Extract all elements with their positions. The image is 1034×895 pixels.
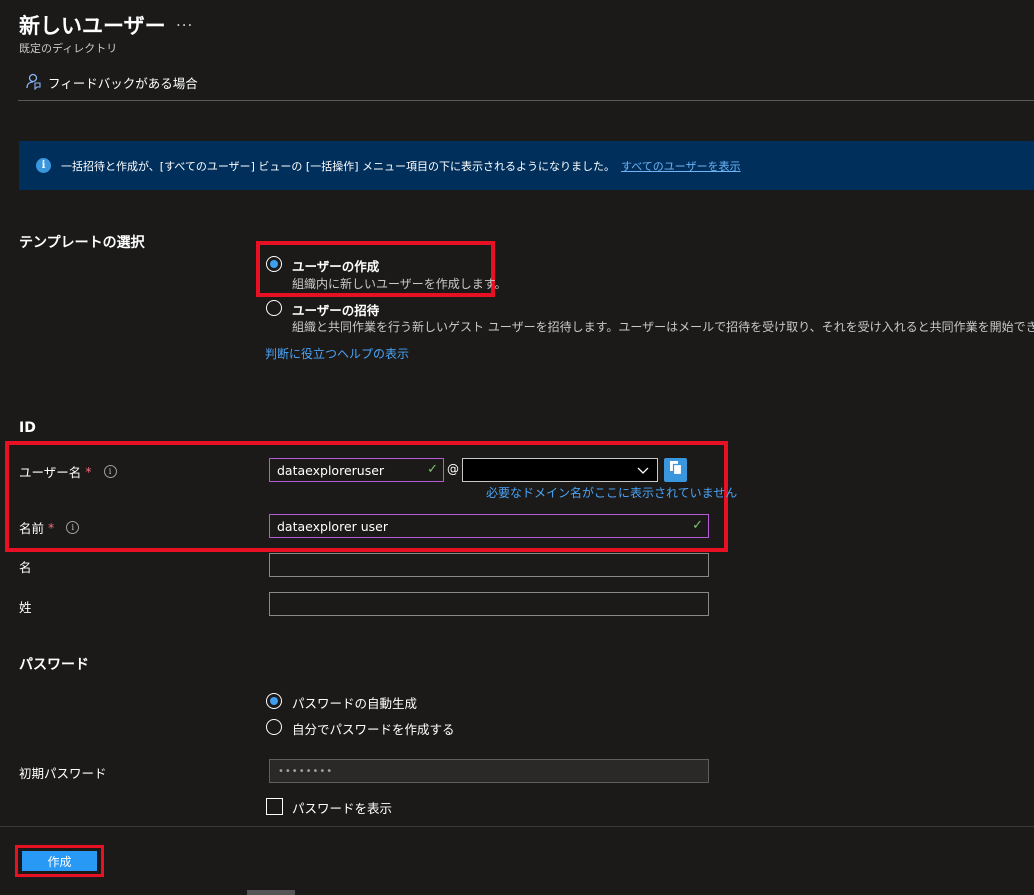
username-label: ユーザー名 * i: [19, 462, 117, 481]
radio-create-user[interactable]: [266, 256, 282, 272]
required-mark: *: [48, 520, 55, 535]
surname-input[interactable]: [269, 592, 709, 616]
header-divider: [18, 100, 1034, 101]
at-sign: @: [447, 462, 459, 476]
name-label: 名前 * i: [19, 518, 80, 537]
feedback-label: フィードバックがある場合: [48, 76, 198, 91]
auto-generate-password-label: パスワードの自動生成: [292, 696, 418, 711]
identity-heading: ID: [19, 420, 36, 436]
feedback-link[interactable]: フィードバックがある場合: [24, 72, 198, 93]
chevron-down-icon: [637, 461, 649, 482]
view-all-users-link[interactable]: すべてのユーザーを表示: [621, 158, 741, 174]
page-subtitle: 既定のディレクトリ: [19, 42, 118, 55]
option-invite-user-desc: 組織と共同作業を行う新しいゲスト ユーザーを招待します。ユーザーはメールで招待を…: [292, 320, 1034, 334]
required-mark: *: [85, 464, 92, 479]
copy-button[interactable]: [664, 458, 687, 482]
radio-invite-user[interactable]: [266, 300, 282, 316]
page-title: 新しいユーザー: [19, 14, 166, 38]
horizontal-scrollbar[interactable]: [247, 890, 295, 895]
template-heading: テンプレートの選択: [19, 235, 145, 251]
username-input[interactable]: dataexploreruser ✓: [269, 458, 444, 482]
domain-warning-link[interactable]: 必要なドメイン名がここに表示されていません: [486, 484, 737, 501]
surname-label: 姓: [19, 600, 32, 615]
initial-password-input[interactable]: ••••••••: [269, 759, 709, 783]
checkmark-icon: ✓: [427, 462, 438, 477]
custom-password-label: 自分でパスワードを作成する: [292, 722, 455, 737]
checkmark-icon: ✓: [692, 518, 703, 533]
name-input[interactable]: dataexplorer user ✓: [269, 514, 709, 538]
option-create-user-desc: 組織内に新しいユーザーを作成します。: [292, 277, 507, 291]
highlight-create-button: 作成: [15, 845, 104, 877]
info-icon[interactable]: i: [66, 521, 80, 534]
show-password-checkbox[interactable]: [266, 798, 283, 815]
radio-auto-generate-password[interactable]: [266, 693, 282, 709]
more-options-icon[interactable]: ...: [176, 12, 193, 30]
info-banner-text: 一括招待と作成が、[すべてのユーザー] ビューの [一括操作] メニュー項目の下…: [61, 159, 616, 173]
help-decide-link[interactable]: 判断に役立つヘルプの表示: [265, 345, 409, 362]
option-invite-user-label: ユーザーの招待: [292, 303, 380, 318]
given-name-input[interactable]: [269, 553, 709, 577]
radio-custom-password[interactable]: [266, 719, 282, 735]
option-create-user-label: ユーザーの作成: [292, 259, 380, 274]
info-icon[interactable]: i: [103, 465, 117, 478]
info-banner: i 一括招待と作成が、[すべてのユーザー] ビューの [一括操作] メニュー項目…: [19, 141, 1034, 190]
info-icon: i: [36, 158, 51, 173]
copy-icon: [669, 460, 683, 480]
create-button[interactable]: 作成: [21, 850, 98, 872]
feedback-icon: [24, 72, 42, 93]
footer-divider: [0, 826, 1034, 827]
initial-password-label: 初期パスワード: [19, 766, 107, 781]
given-name-label: 名: [19, 560, 32, 575]
show-password-label: パスワードを表示: [292, 801, 393, 816]
password-heading: パスワード: [19, 657, 89, 673]
domain-select[interactable]: [462, 458, 658, 482]
